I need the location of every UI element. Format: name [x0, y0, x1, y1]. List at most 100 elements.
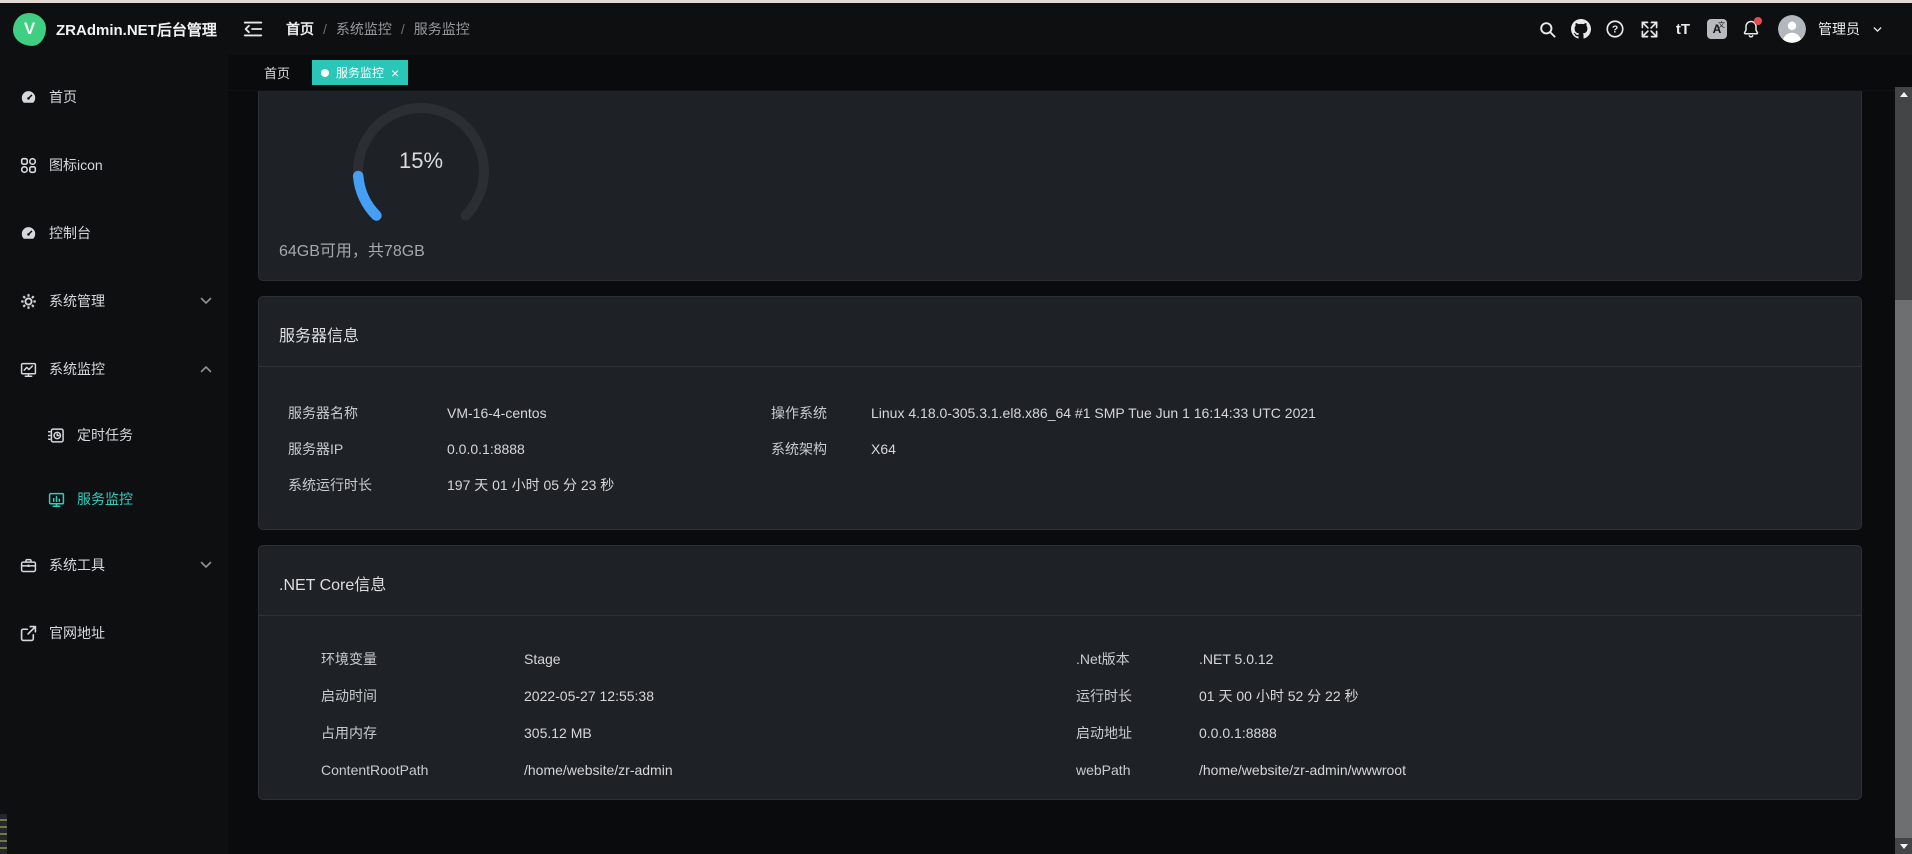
chevron-down-icon[interactable]	[1868, 14, 1886, 44]
disk-caption: 64GB可用，共78GB	[279, 237, 425, 261]
breadcrumb-item[interactable]: 首页	[286, 19, 314, 39]
chevron-up-icon	[200, 365, 212, 373]
field-value: 305.12 MB	[524, 714, 1076, 751]
chevron-down-icon	[200, 561, 212, 569]
tab-active[interactable]: 服务监控 ×	[312, 60, 408, 85]
svg-text:?: ?	[1612, 25, 1618, 36]
card-title: 服务器信息	[259, 297, 1861, 367]
logo-letter: V	[24, 19, 35, 39]
sidebar-item[interactable]: 系统管理	[0, 267, 228, 335]
logo-area[interactable]: V ZRAdmin.NET后台管理	[0, 13, 228, 46]
sidebar-item-label: 首页	[49, 87, 77, 107]
app-logo: V	[13, 13, 46, 46]
server-info-card: 服务器信息 服务器名称VM-16-4-centos操作系统Linux 4.18.…	[258, 296, 1862, 530]
translate-icon[interactable]: A 文	[1702, 14, 1732, 44]
field-value: 01 天 00 小时 52 分 22 秒	[1199, 677, 1841, 714]
field-label: 系统运行时长	[288, 467, 447, 503]
field-label: 启动地址	[1076, 714, 1199, 751]
page: { "app": { "title": "ZRAdmin.NET后台管理", "…	[0, 0, 1912, 854]
disk-usage-gauge: 15%	[336, 96, 506, 241]
sidebar-item[interactable]: 图标icon	[0, 131, 228, 199]
field-value: Linux 4.18.0-305.3.1.el8.x86_64 #1 SMP T…	[871, 395, 1841, 431]
breadcrumb: 首页/系统监控/服务监控	[286, 19, 470, 39]
scrollbar-down-arrow[interactable]	[1895, 839, 1912, 854]
monitor-icon	[20, 361, 37, 378]
field-value: /home/website/zr-admin/wwwroot	[1199, 751, 1841, 788]
scrollbar-thumb[interactable]	[1895, 300, 1912, 838]
field-label: 占用内存	[321, 714, 524, 751]
breadcrumb-item[interactable]: 服务监控	[414, 19, 470, 39]
header-actions: ? tT A 文 管理员	[1532, 14, 1912, 44]
content-area: 15% 64GB可用，共78GB 服务器信息 服务器名称VM-16-4-cent…	[228, 91, 1912, 854]
field-label: .Net版本	[1076, 640, 1199, 677]
tab-inactive[interactable]: 首页	[264, 63, 290, 82]
sidebar-item[interactable]: 系统工具	[0, 531, 228, 599]
sidebar-item-label: 系统监控	[49, 359, 105, 379]
search-icon[interactable]	[1532, 14, 1562, 44]
help-icon[interactable]: ?	[1600, 14, 1630, 44]
sidebar-item[interactable]: 服务监控	[0, 467, 228, 531]
field-value: .NET 5.0.12	[1199, 640, 1841, 677]
main-panel: 首页 服务监控 × 15% 64GB可用，共78GB 服务器信息 服务器名称VM-1…	[228, 55, 1912, 854]
dotnet-info-card: .NET Core信息 环境变量Stage.Net版本.NET 5.0.12启动…	[258, 545, 1862, 800]
fullscreen-icon[interactable]	[1634, 14, 1664, 44]
field-label: 服务器IP	[288, 431, 447, 467]
sidebar-item[interactable]: 定时任务	[0, 403, 228, 467]
external-link-icon	[20, 625, 37, 642]
background-window-sliver	[0, 814, 7, 854]
font-size-icon[interactable]: tT	[1668, 14, 1698, 44]
field-label: 操作系统	[771, 395, 871, 431]
field-label	[771, 467, 871, 503]
tab-bar: 首页 服务监控 ×	[228, 55, 1912, 91]
translate-icon-glyph: A 文	[1707, 19, 1727, 39]
field-value: 0.0.0.1:8888	[447, 431, 771, 467]
active-tab-dot	[321, 69, 329, 77]
field-label: webPath	[1076, 751, 1199, 788]
sidebar-item[interactable]: 控制台	[0, 199, 228, 267]
server-info-grid: 服务器名称VM-16-4-centos操作系统Linux 4.18.0-305.…	[259, 367, 1861, 529]
field-label: 运行时长	[1076, 677, 1199, 714]
toolbox-icon	[20, 557, 37, 574]
sidebar-item-label: 定时任务	[77, 425, 133, 445]
sidebar-item-label: 系统工具	[49, 555, 105, 575]
field-value: X64	[871, 431, 1841, 467]
field-value: VM-16-4-centos	[447, 395, 771, 431]
gear-icon	[20, 293, 37, 310]
vertical-scrollbar[interactable]	[1895, 87, 1912, 854]
gauge-value-label: 15%	[399, 148, 443, 173]
tab-label: 服务监控	[336, 64, 384, 81]
sidebar-item-label: 图标icon	[49, 155, 103, 175]
sidebar-fold-icon[interactable]	[238, 14, 268, 44]
current-user[interactable]: 管理员	[1818, 19, 1860, 39]
sidebar-item-label: 系统管理	[49, 291, 105, 311]
chart-monitor-icon	[48, 491, 65, 508]
app-header: V ZRAdmin.NET后台管理 首页/系统监控/服务监控 ? tT	[0, 3, 1912, 55]
field-label: 服务器名称	[288, 395, 447, 431]
field-label: ContentRootPath	[321, 751, 524, 788]
sidebar-item-label: 控制台	[49, 223, 91, 243]
sidebar-item[interactable]: 官网地址	[0, 599, 228, 667]
field-label: 启动时间	[321, 677, 524, 714]
github-icon[interactable]	[1566, 14, 1596, 44]
notification-badge	[1754, 17, 1762, 25]
sidebar-item-label: 官网地址	[49, 623, 105, 643]
breadcrumb-separator: /	[323, 21, 327, 37]
sidebar-item[interactable]: 首页	[0, 63, 228, 131]
field-value: 197 天 01 小时 05 分 23 秒	[447, 467, 771, 503]
bell-icon[interactable]	[1736, 14, 1766, 44]
main-layout: 首页图标icon控制台系统管理系统监控定时任务服务监控系统工具官网地址 首页服务…	[0, 55, 1912, 854]
close-icon[interactable]: ×	[391, 66, 399, 80]
breadcrumb-item[interactable]: 系统监控	[336, 19, 392, 39]
task-timer-icon	[48, 427, 65, 444]
sidebar-item[interactable]: 系统监控	[0, 335, 228, 403]
field-value: 2022-05-27 12:55:38	[524, 677, 1076, 714]
grid-icon	[20, 157, 37, 174]
dotnet-info-grid: 环境变量Stage.Net版本.NET 5.0.12启动时间2022-05-27…	[259, 616, 1861, 799]
field-value	[871, 467, 1841, 503]
avatar[interactable]	[1778, 15, 1806, 43]
dashboard-icon	[20, 225, 37, 242]
field-value: /home/website/zr-admin	[524, 751, 1076, 788]
scrollbar-up-arrow[interactable]	[1895, 87, 1912, 102]
field-value: 0.0.0.1:8888	[1199, 714, 1841, 751]
disk-gauge-card: 15% 64GB可用，共78GB	[258, 91, 1862, 281]
